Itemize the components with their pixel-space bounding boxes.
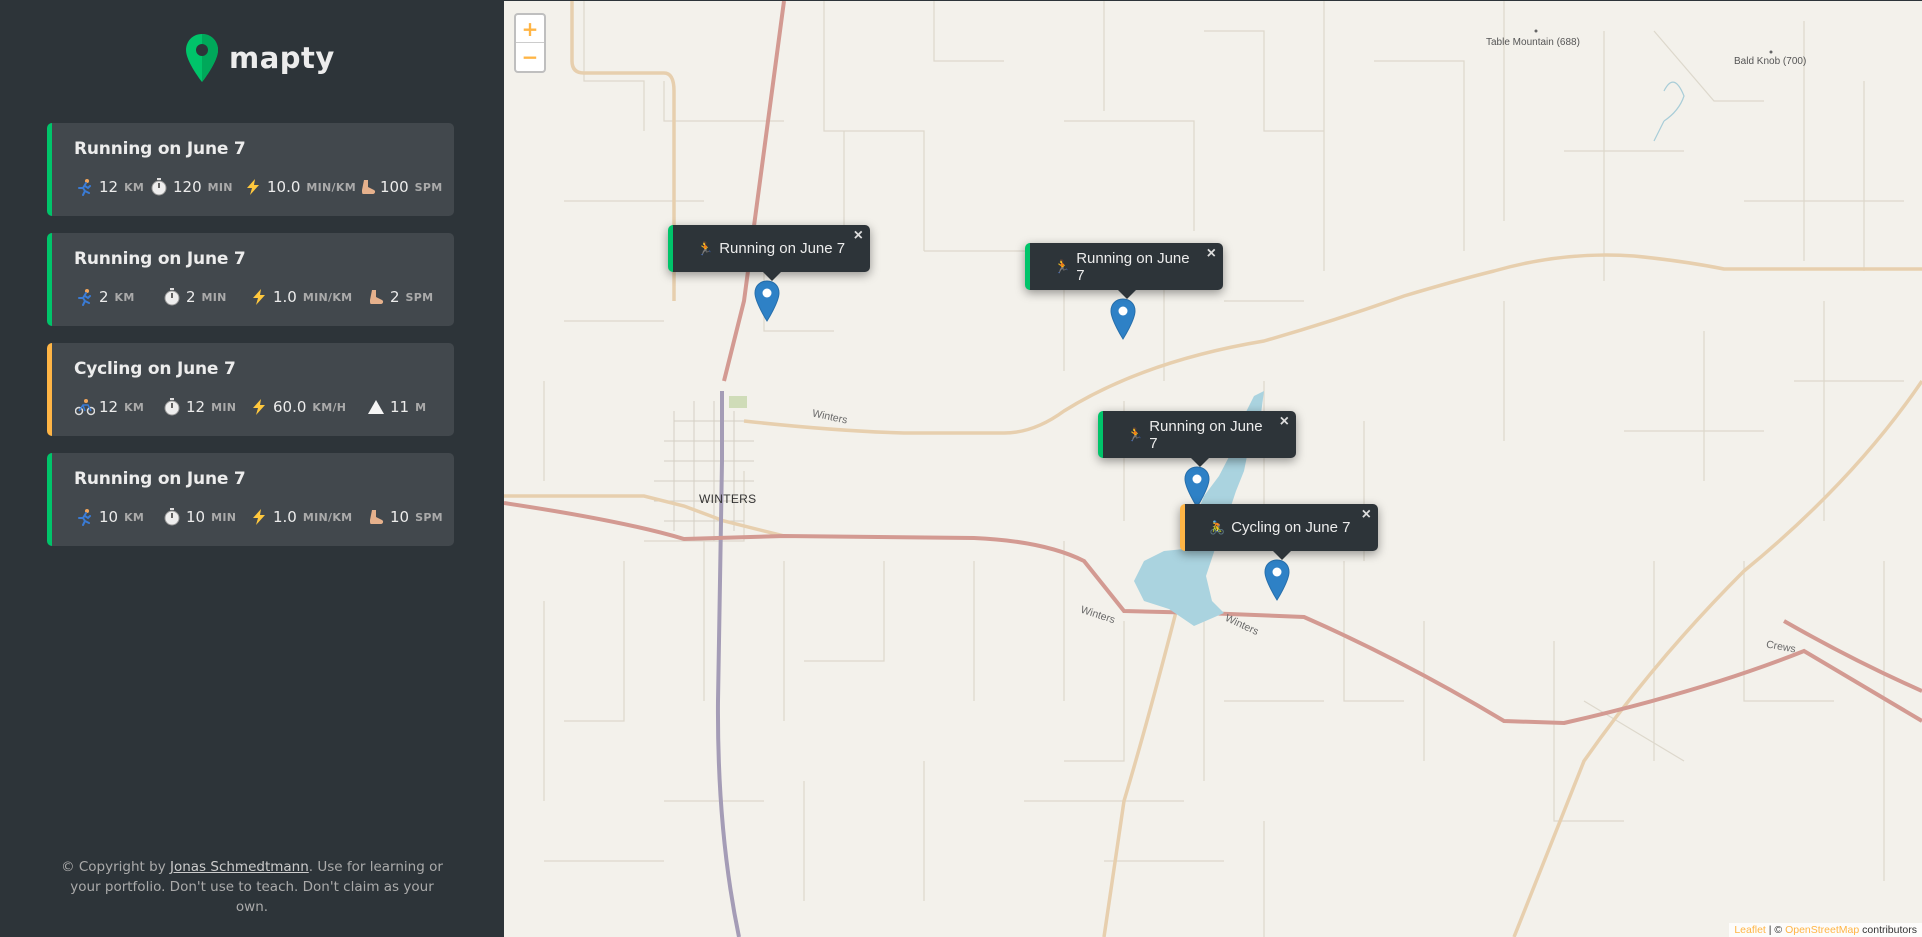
workout-distance: 12 km (74, 176, 148, 198)
workout-speed: 60.0 km/h (248, 396, 365, 418)
logo-text: mapty (229, 41, 335, 75)
foot-icon (365, 506, 387, 528)
workout-popup-running[interactable]: 🏃 Running on June 7 × (668, 225, 870, 281)
zoom-control: + − (514, 13, 546, 73)
popup-close-button[interactable]: × (854, 227, 863, 245)
openstreetmap-link[interactable]: OpenStreetMap (1785, 924, 1859, 936)
workout-card-running[interactable]: Running on June 7 2 km 2 min 1.0 min/km 2 sp… (47, 233, 454, 326)
runner-icon (74, 506, 96, 528)
place-label-table-mountain: Table Mountain (688) (1486, 37, 1580, 48)
workout-cadence: 2 spm (365, 286, 445, 308)
workout-pace: 1.0 min/km (248, 506, 365, 528)
map-marker-icon[interactable] (1264, 559, 1290, 601)
author-link[interactable]: Jonas Schmedtmann (170, 859, 309, 875)
lightning-icon (248, 286, 270, 308)
workout-title: Running on June 7 (74, 249, 246, 269)
workout-details: 10 km 10 min 1.0 min/km 10 spm (74, 505, 454, 529)
runner-icon (74, 286, 96, 308)
map[interactable]: Table Mountain (688) Bald Knob (700) WIN… (504, 1, 1922, 937)
workout-cadence: 10 spm (365, 506, 445, 528)
foot-icon (359, 176, 377, 198)
popup-close-button[interactable]: × (1207, 245, 1216, 263)
workout-popup-running[interactable]: 🏃 Running on June 7 × (1025, 243, 1223, 299)
workout-title: Running on June 7 (74, 139, 246, 159)
workout-elevation: 11 m (365, 396, 445, 418)
workout-distance: 12 km (74, 396, 161, 418)
workout-duration: 12 min (161, 396, 248, 418)
workout-pace: 10.0 min/km (242, 176, 359, 198)
workout-card-cycling[interactable]: Cycling on June 7 12 km 12 min 60.0 km/h 11… (47, 343, 454, 436)
leaflet-link[interactable]: Leaflet (1734, 924, 1766, 936)
workout-title: Running on June 7 (74, 469, 246, 489)
place-label-winters-town: WINTERS (699, 492, 757, 506)
workout-pace: 1.0 min/km (248, 286, 365, 308)
place-label-bald-knob: Bald Knob (700) (1734, 56, 1807, 67)
workout-details: 12 km 120 min 10.0 min/km 100 spm (74, 175, 454, 199)
workout-card-running[interactable]: Running on June 7 10 km 10 min 1.0 min/km 1… (47, 453, 454, 546)
mountain-icon (365, 396, 387, 418)
popup-close-button[interactable]: × (1280, 413, 1289, 431)
copyright-notice: © Copyright by Jonas Schmedtmann. Use fo… (61, 859, 443, 915)
stopwatch-icon (161, 396, 183, 418)
cyclist-icon (74, 396, 96, 418)
zoom-in-button[interactable]: + (516, 15, 544, 43)
stopwatch-icon (161, 286, 183, 308)
runner-icon: 🏃 (1054, 258, 1071, 274)
workout-duration: 10 min (161, 506, 248, 528)
runner-icon: 🏃 (697, 240, 714, 256)
workout-card-running[interactable]: Running on June 7 12 km 120 min 10.0 min/km… (47, 123, 454, 216)
lightning-icon (248, 506, 270, 528)
runner-icon: 🏃 (1127, 426, 1144, 442)
workout-details: 2 km 2 min 1.0 min/km 2 spm (74, 285, 454, 309)
workout-title: Cycling on June 7 (74, 359, 236, 379)
workout-cadence: 100 spm (359, 176, 442, 198)
zoom-out-button[interactable]: − (516, 43, 544, 71)
workout-popup-cycling[interactable]: 🚴 Cycling on June 7 × (1180, 504, 1378, 560)
map-marker-icon[interactable] (754, 280, 780, 322)
runner-icon (74, 176, 96, 198)
lightning-icon (242, 176, 264, 198)
map-marker-icon[interactable] (1184, 466, 1210, 508)
popup-close-button[interactable]: × (1362, 506, 1371, 524)
map-attribution: Leaflet | © OpenStreetMap contributors (1729, 923, 1922, 937)
foot-icon (365, 286, 387, 308)
workout-list: Running on June 7 12 km 120 min 10.0 min/km… (47, 123, 454, 563)
stopwatch-icon (161, 506, 183, 528)
workout-distance: 2 km (74, 286, 161, 308)
workout-popup-running[interactable]: 🏃 Running on June 7 × (1098, 411, 1296, 467)
workout-duration: 120 min (148, 176, 242, 198)
stopwatch-icon (148, 176, 170, 198)
map-pin-logo-icon (184, 32, 220, 84)
lightning-icon (248, 396, 270, 418)
workout-distance: 10 km (74, 506, 161, 528)
map-marker-icon[interactable] (1110, 298, 1136, 340)
workout-details: 12 km 12 min 60.0 km/h 11 m (74, 395, 454, 419)
map-tiles (504, 1, 1922, 937)
logo: mapty (184, 30, 335, 86)
cyclist-icon: 🚴 (1209, 519, 1226, 535)
workout-duration: 2 min (161, 286, 248, 308)
sidebar: mapty Running on June 7 12 km 120 min 10.0… (0, 0, 504, 937)
